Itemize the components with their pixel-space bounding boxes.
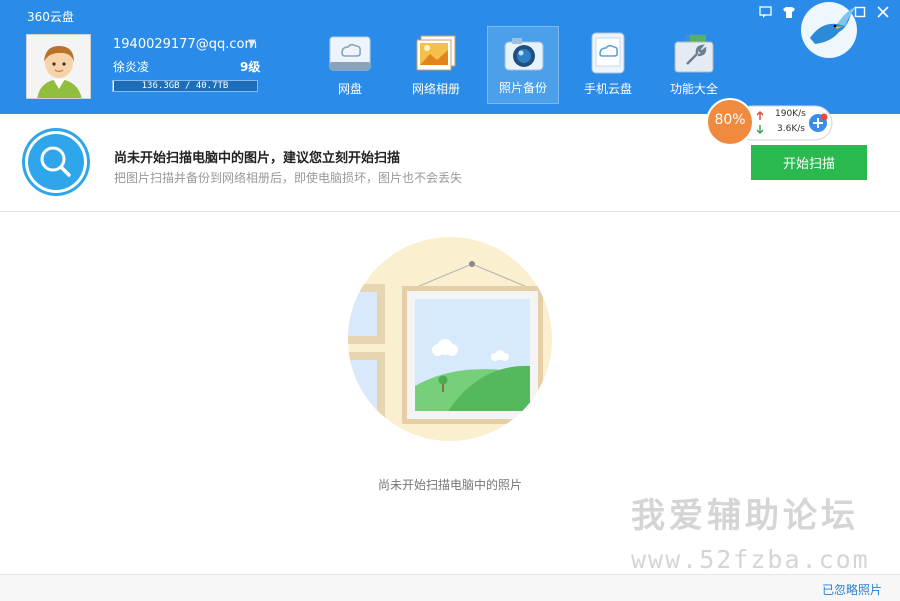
tab-cloud-disk-label: 网盘: [337, 82, 362, 96]
tab-cloud-disk[interactable]: 网盘: [314, 26, 386, 104]
download-speed: 3.6K/s: [777, 124, 805, 134]
feedback-icon[interactable]: [759, 6, 772, 23]
skin-icon[interactable]: [782, 6, 796, 23]
watermark-title: 我爱辅助论坛: [631, 496, 859, 536]
tab-all-features[interactable]: 功能大全: [658, 26, 730, 104]
account-email[interactable]: 1940029177@qq.com: [113, 37, 257, 52]
storage-quota-text: 136.3GB / 40.7TB: [141, 81, 229, 91]
empty-state-illustration: [340, 234, 560, 454]
ignored-photos-link[interactable]: 已忽略照片: [822, 581, 882, 598]
header-bar: 360云盘 1940029177@qq.com ▼ 徐炎凌 9级 136.3GB…: [0, 0, 900, 114]
tab-mobile-cloud[interactable]: 手机云盘: [572, 26, 644, 104]
upload-speed: 190K/s: [775, 109, 806, 119]
footer-bar: 已忽略照片: [0, 574, 900, 601]
tab-all-features-label: 功能大全: [669, 82, 718, 96]
cloud-disk-icon: [329, 36, 371, 71]
scan-subtitle: 把图片扫描并备份到网络相册后，即使电脑损坏，图片也不会丢失: [114, 171, 463, 185]
tab-online-album-label: 网络相册: [411, 82, 460, 96]
scan-search-icon: [22, 128, 90, 196]
user-name: 徐炎凌: [113, 60, 150, 74]
user-level: 9级: [240, 60, 261, 74]
tab-photo-backup-label: 照片备份: [498, 81, 547, 95]
avatar[interactable]: [26, 34, 91, 99]
toolbox-icon: [674, 34, 714, 73]
speed-percent: 80%: [714, 112, 746, 128]
mobile-icon: [591, 32, 625, 74]
tab-mobile-cloud-label: 手机云盘: [583, 82, 632, 96]
watermark-url: www.52fzba.com: [631, 545, 870, 574]
mascot-bird-logo: [797, 0, 861, 60]
app-title: 360云盘: [27, 10, 74, 24]
maximize-icon[interactable]: [854, 6, 866, 22]
storage-quota-bar: 136.3GB / 40.7TB: [112, 80, 258, 92]
tab-photo-backup[interactable]: 照片备份: [487, 26, 559, 104]
tab-online-album[interactable]: 网络相册: [400, 26, 472, 104]
close-icon[interactable]: [877, 6, 889, 22]
chevron-down-icon[interactable]: ▼: [248, 38, 256, 49]
camera-icon: [504, 38, 544, 71]
photo-album-icon: [416, 35, 456, 71]
start-scan-button[interactable]: 开始扫描: [751, 145, 867, 180]
scan-title: 尚未开始扫描电脑中的图片，建议您立刻开始扫描: [114, 151, 401, 166]
speed-widget[interactable]: 80% 190K/s 3.6K/s: [705, 98, 835, 146]
